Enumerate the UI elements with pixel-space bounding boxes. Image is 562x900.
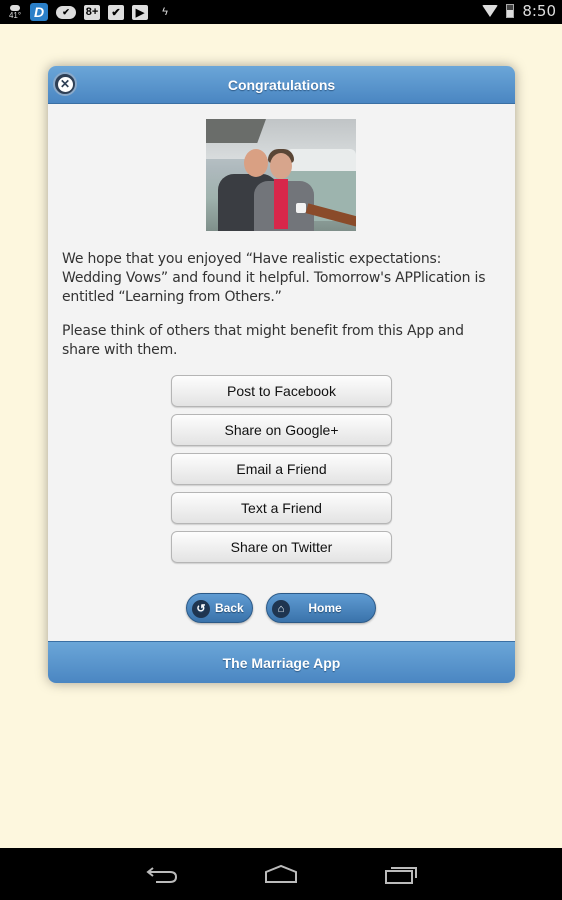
footer-title: The Marriage App — [222, 655, 341, 671]
wifi-icon — [482, 5, 499, 17]
play-store-icon: ▶ — [132, 4, 148, 20]
share-button-list: Post to Facebook Share on Google+ Email … — [171, 375, 392, 570]
couple-photo — [206, 119, 356, 231]
cloud-check-icon: ✔ — [56, 5, 76, 19]
congratulations-dialog: ✕ Congratulations We hope that you enjoy… — [48, 66, 515, 683]
weather-icon: 41° — [8, 3, 22, 21]
share-on-google-plus-button[interactable]: Share on Google+ — [171, 414, 392, 446]
home-label: Home — [308, 601, 342, 615]
share-on-twitter-button[interactable]: Share on Twitter — [171, 531, 392, 563]
temperature-text: 41° — [8, 10, 22, 20]
message-enjoyed: We hope that you enjoyed “Have realistic… — [62, 251, 486, 305]
text-a-friend-button[interactable]: Text a Friend — [171, 492, 392, 524]
message-share: Please think of others that might benefi… — [62, 323, 464, 358]
dialog-header: ✕ Congratulations — [48, 66, 515, 104]
back-button[interactable]: ↺ Back — [186, 593, 253, 623]
email-a-friend-button[interactable]: Email a Friend — [171, 453, 392, 485]
nav-recent-apps-icon[interactable] — [384, 864, 418, 884]
nav-back-icon[interactable] — [146, 864, 178, 884]
battery-icon — [506, 4, 515, 18]
flash-icon: ϟ — [162, 6, 168, 18]
dialog-title: Congratulations — [227, 77, 336, 93]
back-label: Back — [215, 601, 244, 615]
home-button[interactable]: ⌂ Home — [266, 593, 376, 623]
status-bar: 41° D ✔ 8+ ✔ ▶ ϟ 8:50 — [0, 0, 562, 24]
clock: 8:50 — [522, 2, 556, 20]
back-arrow-icon: ↺ — [192, 600, 210, 618]
store-check-icon: ✔ — [108, 4, 124, 20]
close-icon: ✕ — [57, 76, 73, 92]
d-app-icon: D — [30, 3, 48, 21]
dialog-footer: The Marriage App — [48, 641, 515, 683]
google-plus-icon: 8+ — [84, 4, 100, 20]
nav-home-icon[interactable] — [264, 864, 298, 884]
close-button[interactable]: ✕ — [53, 72, 77, 96]
system-nav-bar — [0, 848, 562, 900]
post-to-facebook-button[interactable]: Post to Facebook — [171, 375, 392, 407]
